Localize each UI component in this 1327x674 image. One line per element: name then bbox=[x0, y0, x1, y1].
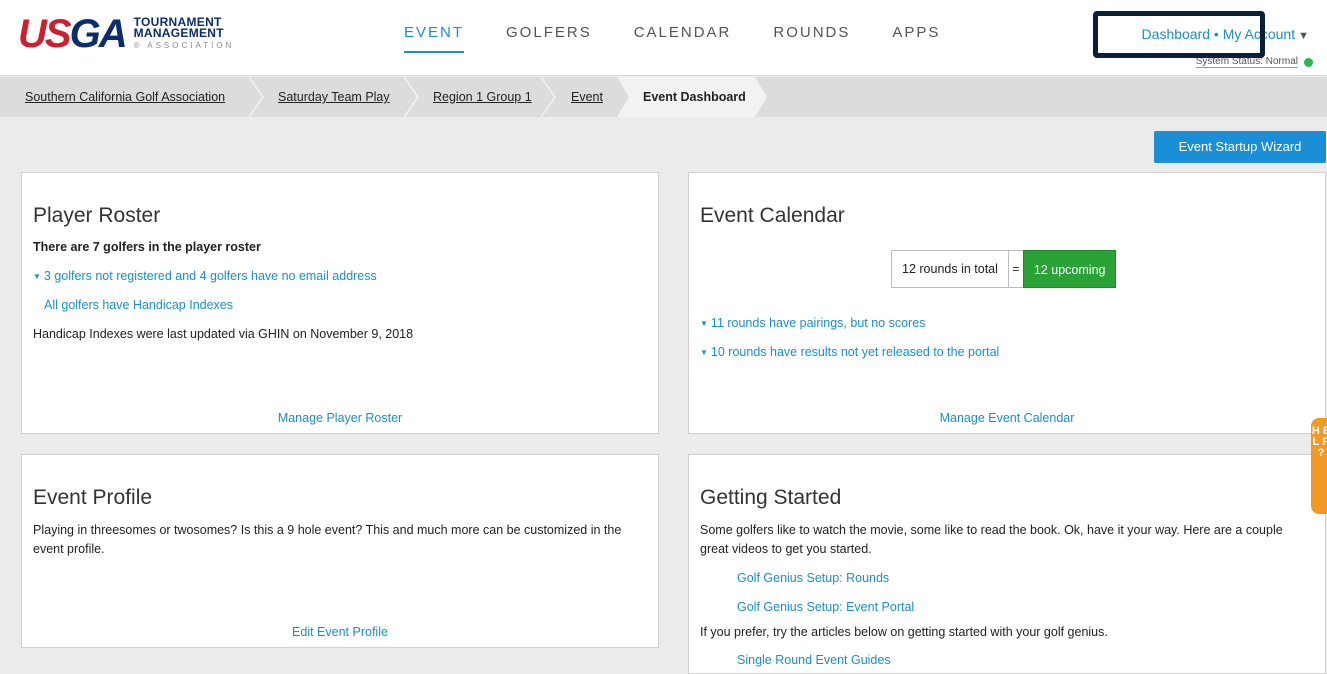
status-dot-icon bbox=[1304, 57, 1313, 67]
player-roster-title: Player Roster bbox=[33, 204, 161, 227]
video-link-rounds[interactable]: Golf Genius Setup: Rounds bbox=[737, 571, 889, 585]
breadcrumb-current: Event Dashboard bbox=[617, 77, 767, 117]
logo-mark: USGA bbox=[18, 12, 128, 56]
rounds-equals: = bbox=[1008, 250, 1023, 288]
breadcrumb-item-region[interactable]: Region 1 Group 1 bbox=[433, 77, 532, 117]
logo-wordmark: TOURNAMENT MANAGEMENT ® ASSOCIATION bbox=[133, 15, 235, 50]
player-roster-card: Player Roster There are 7 golfers in the… bbox=[21, 172, 659, 434]
event-calendar-card: Event Calendar 12 rounds in total = 12 u… bbox=[688, 172, 1326, 434]
registration-toggle[interactable]: ▼ 3 golfers not registered and 4 golfers … bbox=[33, 269, 377, 283]
articles-intro: If you prefer, try the articles below on… bbox=[700, 625, 1108, 639]
caret-down-icon: ▼ bbox=[700, 319, 708, 328]
event-calendar-title: Event Calendar bbox=[700, 204, 845, 227]
rounds-total-badge: 12 rounds in total bbox=[891, 250, 1009, 288]
nav-golfers[interactable]: GOLFERS bbox=[506, 24, 592, 53]
event-profile-title: Event Profile bbox=[33, 486, 153, 509]
event-startup-wizard-button[interactable]: Event Startup Wizard bbox=[1154, 131, 1326, 163]
edit-event-profile-link[interactable]: Edit Event Profile bbox=[22, 625, 658, 639]
usga-logo[interactable]: USGA TOURNAMENT MANAGEMENT ® ASSOCIATION bbox=[18, 14, 234, 54]
video-link-event-portal[interactable]: Golf Genius Setup: Event Portal bbox=[737, 600, 914, 614]
handicap-status-link[interactable]: All golfers have Handicap Indexes bbox=[44, 298, 233, 312]
manage-event-calendar-link[interactable]: Manage Event Calendar bbox=[689, 411, 1325, 425]
breadcrumb-item-event[interactable]: Event bbox=[571, 77, 603, 117]
annotation-highlight-box bbox=[1093, 11, 1265, 58]
manage-player-roster-link[interactable]: Manage Player Roster bbox=[22, 411, 658, 425]
breadcrumb: Southern California Golf Association Sat… bbox=[0, 77, 1327, 117]
rounds-summary: 12 rounds in total = 12 upcoming bbox=[891, 250, 1117, 288]
nav-calendar[interactable]: CALENDAR bbox=[634, 24, 732, 53]
main-nav: EVENT GOLFERS CALENDAR ROUNDS APPS bbox=[404, 24, 982, 53]
roster-summary: There are 7 golfers in the player roster bbox=[33, 240, 261, 254]
breadcrumb-item-team-play[interactable]: Saturday Team Play bbox=[278, 77, 390, 117]
handicap-updated-text: Handicap Indexes were last updated via G… bbox=[33, 327, 414, 341]
getting-started-title: Getting Started bbox=[700, 486, 842, 509]
chevron-down-icon[interactable]: ▼ bbox=[1298, 30, 1309, 42]
pairings-toggle[interactable]: ▼ 11 rounds have pairings, but no scores bbox=[700, 316, 925, 330]
getting-started-card: Getting Started Some golfers like to wat… bbox=[688, 454, 1326, 674]
header: USGA TOURNAMENT MANAGEMENT ® ASSOCIATION… bbox=[0, 0, 1327, 76]
breadcrumb-item-association[interactable]: Southern California Golf Association bbox=[25, 77, 225, 117]
event-profile-card: Event Profile Playing in threesomes or t… bbox=[21, 454, 659, 648]
nav-event[interactable]: EVENT bbox=[404, 24, 465, 53]
caret-down-icon: ▼ bbox=[700, 348, 708, 357]
nav-apps[interactable]: APPS bbox=[892, 24, 940, 53]
single-round-guides-link[interactable]: Single Round Event Guides bbox=[737, 653, 891, 667]
help-tab[interactable]: H E L P ? bbox=[1311, 418, 1327, 514]
event-profile-description: Playing in threesomes or twosomes? Is th… bbox=[33, 523, 622, 556]
nav-rounds[interactable]: ROUNDS bbox=[773, 24, 850, 53]
rounds-upcoming-badge[interactable]: 12 upcoming bbox=[1022, 250, 1117, 288]
caret-down-icon: ▼ bbox=[33, 272, 41, 281]
results-toggle[interactable]: ▼ 10 rounds have results not yet released… bbox=[700, 345, 999, 359]
getting-started-intro: Some golfers like to watch the movie, so… bbox=[700, 523, 1283, 556]
